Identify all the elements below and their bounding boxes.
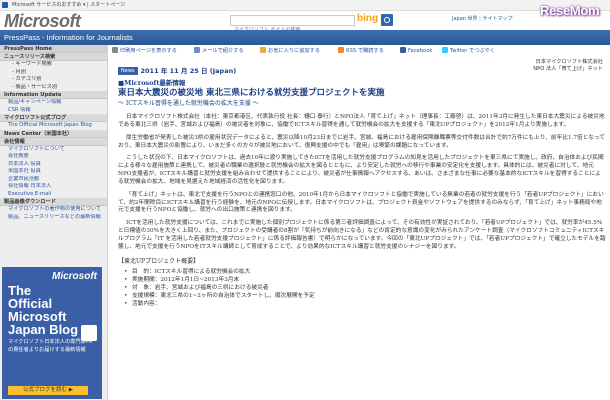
twitter-label: Twitter でつぶやく xyxy=(450,48,495,54)
sidebar-item-citizenship[interactable]: 企業市民活動 xyxy=(0,176,107,184)
list-item: 活動内容： xyxy=(118,300,606,308)
rss-button[interactable]: RSS で購読する xyxy=(338,47,384,56)
mail-icon xyxy=(194,47,200,53)
article-paragraph: ICTを活用した就労支援については、これまでに実施した個別プロジェクトに係る第三… xyxy=(118,220,606,250)
sidebar-item-presspass-home[interactable]: PressPass Home xyxy=(0,45,107,53)
date-bar: News 2011 年 11 月 25 日 (Japan) xyxy=(118,66,236,76)
search-icon[interactable] xyxy=(381,14,393,26)
article-category: ■Microsoft最新情報 xyxy=(118,79,186,87)
company-line: NPO 法人「育て上げ」ネット xyxy=(533,66,603,72)
rss-icon xyxy=(338,47,344,53)
sidebar-item-monthly[interactable]: 月別 xyxy=(0,69,107,77)
print-label: 印刷用ページを表示する xyxy=(120,48,177,54)
top-right-links: Japan 世界 | サイトマップ xyxy=(452,15,512,22)
top-strip: Microsoft サービスのおすすめ ▾ | スタートページ xyxy=(0,0,610,11)
sidebar-item-overview[interactable]: 会社概要 xyxy=(0,153,107,161)
banner-microsoft-logo: Microsoft xyxy=(52,271,97,282)
favorite-label: お気に入りに追加する xyxy=(268,48,320,54)
sidebar-item-copyright[interactable]: マイクロソフトの著作物の使用について xyxy=(0,206,107,214)
sidebar-item-official-blog[interactable]: The Official Microsoft Japan Blog xyxy=(0,122,107,130)
gear-icon[interactable] xyxy=(2,2,8,8)
sidebar-item-about[interactable]: マイクロソフトについて xyxy=(0,146,107,154)
article-body: ■Microsoft最新情報 東日本大震災の被災地 東北三県における就労支援プロ… xyxy=(118,79,606,309)
sidebar-head-news-search: ニュースリリース検索 xyxy=(0,53,107,61)
sidebar-item-news-center[interactable]: News Center（米国本社） xyxy=(0,129,107,138)
twitter-button[interactable]: Twitter でつぶやく xyxy=(442,47,495,56)
facebook-button[interactable]: Facebook xyxy=(400,47,432,56)
official-blog-banner[interactable]: Microsoft The Official Microsoft Japan B… xyxy=(2,267,102,399)
sidebar-item-product[interactable]: 製品・サービス別 xyxy=(0,84,107,92)
article-paragraph: 日本マイクロソフト株式会社（本社：東京都港区、代表執行役 社長：樋口 泰行）とN… xyxy=(118,114,605,128)
article-headline: 東日本大震災の被災地 東北三県における就労支援プロジェクトを実施 xyxy=(118,88,385,98)
separator: | xyxy=(479,16,481,22)
twitter-icon xyxy=(442,47,448,53)
sidebar-head-info-update: Information Update xyxy=(0,91,107,99)
sidebar-item-category[interactable]: カテゴリ別 xyxy=(0,76,107,84)
share-toolbar: 印刷用ページを表示する メールで紹介する お気に入りに追加する RSS で購読す… xyxy=(112,47,602,56)
read-blog-button[interactable]: 公式ブログを読む ▶ xyxy=(8,386,88,395)
link-sitemap[interactable]: サイトマップ xyxy=(482,16,512,22)
printer-icon xyxy=(112,47,118,53)
sidebar-item-latest[interactable]: 製品、ニュースリリースなどの最新情報 xyxy=(0,214,107,222)
sidebar-item-jp-officers[interactable]: 日本法人 役員 xyxy=(0,161,107,169)
news-badge: News xyxy=(118,67,138,75)
sidebar-item-csr[interactable]: CSR 情報 xyxy=(0,107,107,115)
top-strip-text[interactable]: Microsoft サービスのおすすめ ▾ | スタートページ xyxy=(12,2,125,8)
release-date: 2011 年 11 月 25 日 (Japan) xyxy=(140,67,237,75)
email-button[interactable]: メールで紹介する xyxy=(194,47,244,56)
email-label: メールで紹介する xyxy=(202,48,244,54)
project-overview-title: 【東北UPプロジェクト概要】 xyxy=(118,257,200,265)
presspass-band: PressPass - Information for Journalists xyxy=(0,30,610,45)
list-item: 目 的：ICTスキル習得による就労機会の拡大 xyxy=(118,268,606,276)
sidebar-item-us-officers[interactable]: 米国本社 役員 xyxy=(0,168,107,176)
list-item: 支援規模：東北三県の1~2ヶ所の自治体でスタートし、順次展開を予定 xyxy=(118,292,606,300)
sidebar-item-image-download[interactable]: 製品画像ダウンロード xyxy=(0,198,107,206)
sidebar-head-blog: マイクロソフト公式ブログ xyxy=(0,114,107,122)
sidebar-item-keyword[interactable]: キーワード検索 xyxy=(0,61,107,69)
microsoft-logo[interactable]: Microsoft xyxy=(4,11,81,32)
list-item: 実施期間：2012年1月1日~2013年3月末 xyxy=(118,276,606,284)
star-icon xyxy=(260,47,266,53)
article-paragraph: 「育て上げ」ネットは、東北で支援を行うNPOとの連携窓口の他、2010年1月から… xyxy=(118,191,604,214)
article-paragraph: 厚生労働省が発表した被災3県の雇用状況データによると、震災以降10月23日までに… xyxy=(118,134,605,149)
company-credit: 日本マイクロソフト株式会社 NPO 法人「育て上げ」ネット xyxy=(503,59,603,73)
facebook-icon xyxy=(400,47,406,53)
company-line: 日本マイクロソフト株式会社 xyxy=(535,59,603,65)
sidebar-item-exec-email[interactable]: Executive E-mail xyxy=(0,191,107,199)
sidebar-item-campaign[interactable]: 製品/キャンペーン情報 xyxy=(0,99,107,107)
rss-label: RSS で購読する xyxy=(346,48,384,54)
link-world[interactable]: 世界 xyxy=(468,16,478,22)
search-box xyxy=(230,15,355,35)
windows-flag-icon xyxy=(81,325,97,341)
sidebar: PressPass Home ニュースリリース検索 キーワード検索 月別 カテゴ… xyxy=(0,45,108,400)
article-paragraph: こうした状況の下、日本マイクロソフトは、過去10年に渡り実施してきたICTを活用… xyxy=(118,155,604,185)
sidebar-item-company-jp[interactable]: 会社情報 日本法人 xyxy=(0,183,107,191)
facebook-label: Facebook xyxy=(408,48,433,54)
article-subhead: ～ ICTスキル習得を通した就労機会の拡大を支援 ～ xyxy=(118,100,259,107)
favorite-button[interactable]: お気に入りに追加する xyxy=(260,47,320,56)
resemom-watermark-logo: ReseMom xyxy=(540,3,600,18)
print-button[interactable]: 印刷用ページを表示する xyxy=(112,47,177,56)
sidebar-head-company: 会社情報 xyxy=(0,137,107,146)
list-item: 対 象：岩手、宮城および福島の三県における被災者 xyxy=(118,284,606,292)
bing-logo: bing xyxy=(357,13,379,24)
link-japan[interactable]: Japan xyxy=(452,16,466,22)
